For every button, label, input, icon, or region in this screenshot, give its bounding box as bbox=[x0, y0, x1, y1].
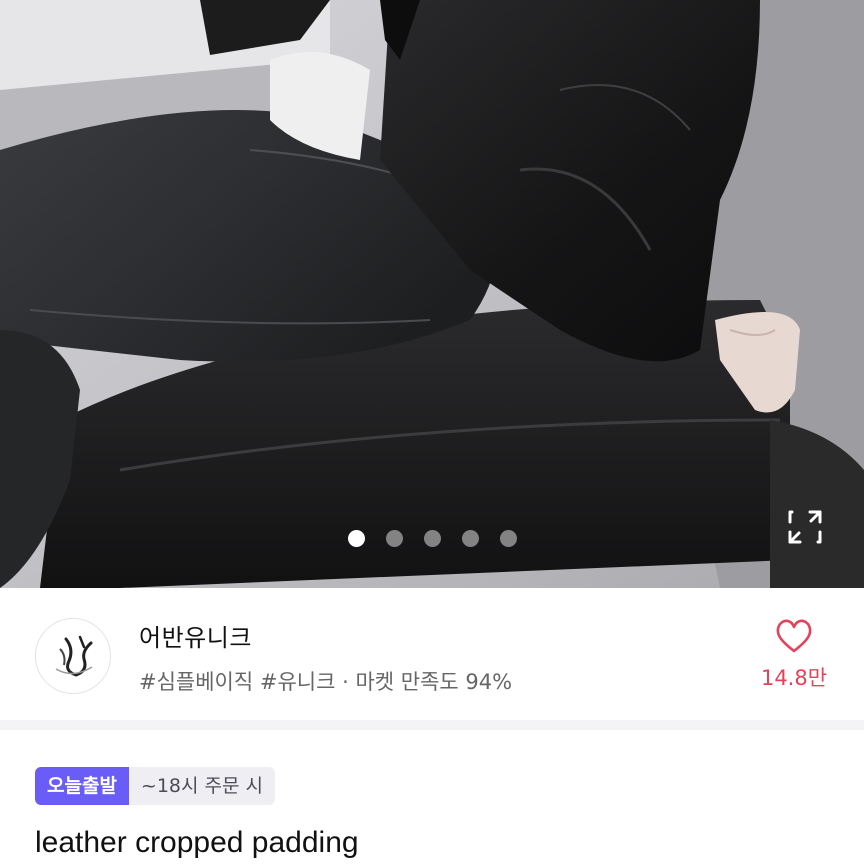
store-name[interactable]: 어반유니크 bbox=[139, 618, 252, 653]
seller-info: 어반유니크 #심플베이직 #유니크 · 마켓 만족도 94% bbox=[0, 588, 864, 720]
heart-outline-icon[interactable] bbox=[775, 618, 813, 654]
like-count: 14.8만 bbox=[760, 666, 828, 690]
pagination-dot[interactable] bbox=[499, 530, 517, 547]
expand-arrows-icon[interactable] bbox=[786, 508, 824, 546]
section-divider bbox=[0, 720, 864, 730]
product-image-carousel[interactable] bbox=[0, 0, 864, 588]
store-logo[interactable] bbox=[35, 618, 111, 694]
pagination-dot-active[interactable] bbox=[347, 530, 365, 547]
pagination-dot[interactable] bbox=[385, 530, 403, 547]
product-detail-page: 어반유니크 #심플베이직 #유니크 · 마켓 만족도 94% 14.8만 오늘출… bbox=[0, 0, 864, 864]
product-photo bbox=[0, 0, 864, 588]
delivery-badges: 오늘출발 ~18시 주문 시 bbox=[35, 767, 276, 805]
store-tags: #심플베이직 #유니크 · 마켓 만족도 94% bbox=[139, 670, 513, 694]
pagination-dot[interactable] bbox=[461, 530, 479, 547]
pagination-dot[interactable] bbox=[423, 530, 441, 547]
product-name: leather cropped padding bbox=[35, 826, 359, 859]
today-shipping-badge: 오늘출발 bbox=[35, 767, 129, 805]
order-cutoff-badge: ~18시 주문 시 bbox=[128, 767, 276, 805]
carousel-pagination bbox=[0, 530, 864, 548]
